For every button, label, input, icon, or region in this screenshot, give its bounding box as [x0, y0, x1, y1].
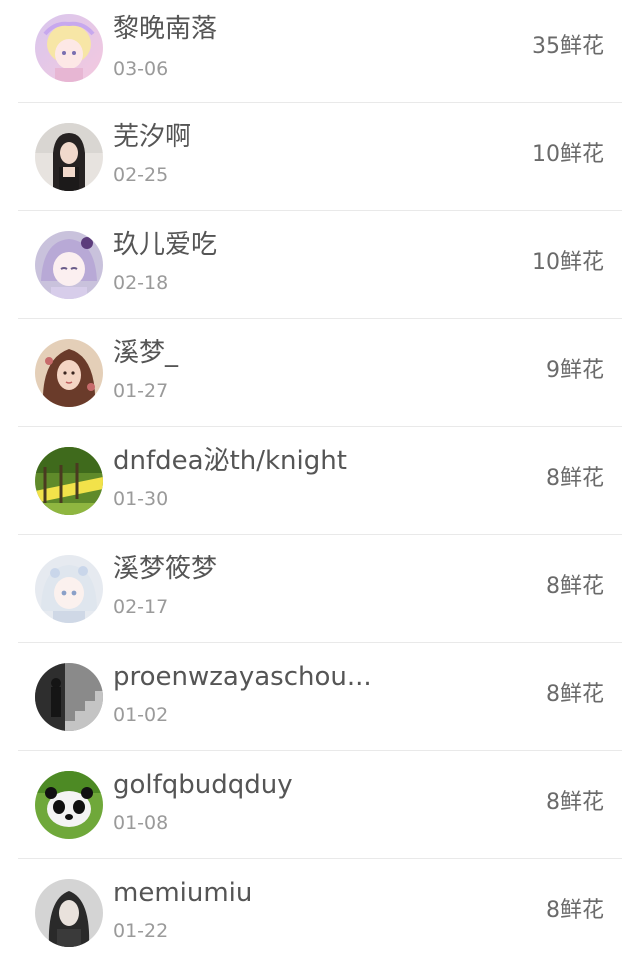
flower-count: 8鲜花: [546, 790, 604, 815]
user-name[interactable]: 溪梦_: [113, 336, 178, 370]
flower-count: 9鲜花: [546, 358, 604, 383]
list-item[interactable]: 溪梦_ 01-27 9鲜花: [18, 319, 622, 427]
avatar[interactable]: [35, 123, 103, 191]
gift-date: 01-08: [113, 812, 169, 834]
gift-date: 01-22: [113, 920, 169, 942]
avatar[interactable]: [35, 339, 103, 407]
gift-date: 02-18: [113, 272, 169, 294]
user-name[interactable]: 溪梦筱梦: [113, 552, 217, 586]
avatar[interactable]: [35, 663, 103, 731]
gift-date: 01-30: [113, 488, 169, 510]
list-item[interactable]: 黎晚南落 03-06 35鲜花: [18, 0, 622, 103]
flower-count: 8鲜花: [546, 574, 604, 599]
flower-count: 10鲜花: [532, 142, 604, 167]
avatar[interactable]: [35, 879, 103, 947]
user-name[interactable]: 黎晚南落: [113, 12, 217, 46]
list-item[interactable]: golfqbudqduy 01-08 8鲜花: [18, 751, 622, 859]
avatar[interactable]: [35, 447, 103, 515]
flower-count: 35鲜花: [532, 34, 604, 59]
list-item[interactable]: dnfdea泌th/knight 01-30 8鲜花: [18, 427, 622, 535]
flower-count: 8鲜花: [546, 898, 604, 923]
user-name[interactable]: 玖儿爱吃: [113, 228, 217, 262]
list-item[interactable]: 玖儿爱吃 02-18 10鲜花: [18, 211, 622, 319]
user-name[interactable]: golfqbudqduy: [113, 768, 293, 802]
list-item[interactable]: 溪梦筱梦 02-17 8鲜花: [18, 535, 622, 643]
avatar[interactable]: [35, 771, 103, 839]
list-item[interactable]: proenwzayaschou... 01-02 8鲜花: [18, 643, 622, 751]
flower-count: 10鲜花: [532, 250, 604, 275]
gift-date: 02-25: [113, 164, 169, 186]
list-item[interactable]: memiumiu 01-22 8鲜花: [18, 859, 622, 967]
user-name[interactable]: memiumiu: [113, 876, 252, 910]
avatar[interactable]: [35, 555, 103, 623]
user-name[interactable]: dnfdea泌th/knight: [113, 444, 347, 478]
avatar[interactable]: [35, 14, 103, 82]
avatar[interactable]: [35, 231, 103, 299]
gift-date: 01-02: [113, 704, 169, 726]
gift-date: 03-06: [113, 58, 169, 80]
list-item[interactable]: 芜汐啊 02-25 10鲜花: [18, 103, 622, 211]
flower-count: 8鲜花: [546, 682, 604, 707]
user-name[interactable]: proenwzayaschou...: [113, 660, 372, 694]
flower-ranking-list: 黎晚南落 03-06 35鲜花 芜汐啊 02-25 10鲜花 玖儿爱吃 02-1…: [0, 0, 640, 947]
gift-date: 02-17: [113, 596, 169, 618]
gift-date: 01-27: [113, 380, 169, 402]
user-name[interactable]: 芜汐啊: [113, 120, 191, 154]
flower-count: 8鲜花: [546, 466, 604, 491]
